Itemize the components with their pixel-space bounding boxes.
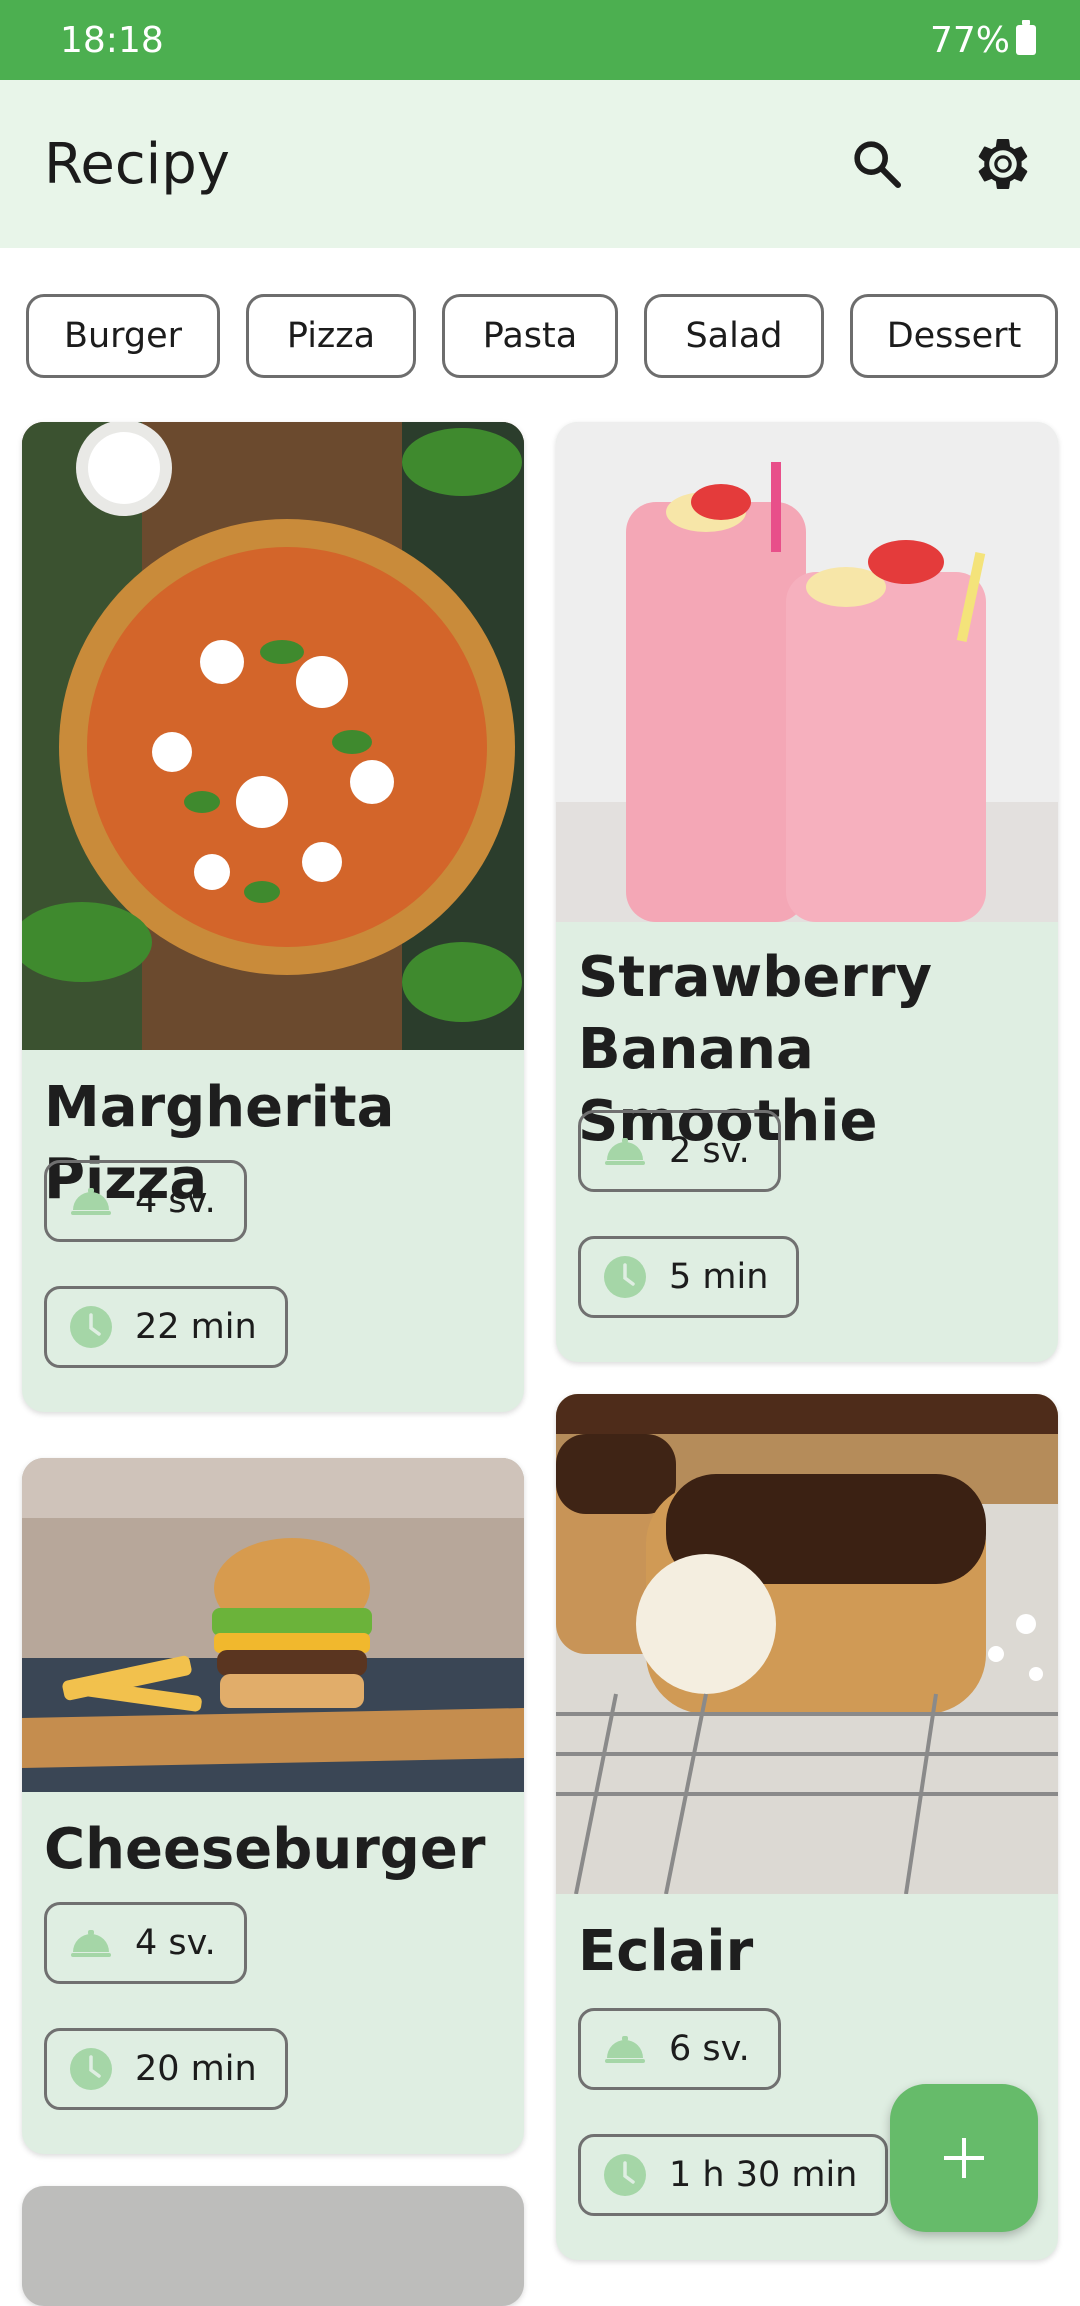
recipe-title-line1: Strawberry xyxy=(578,945,933,1010)
pizza-image xyxy=(22,422,524,1050)
servings-pill: 6 sv. xyxy=(578,2008,781,2090)
time-value: 1 h 30 min xyxy=(669,2155,858,2195)
time-pill: 22 min xyxy=(44,1286,288,1368)
servings-value: 4 sv. xyxy=(135,1923,216,1963)
app-bar: Recipy xyxy=(0,80,1080,248)
time-value: 22 min xyxy=(135,1307,257,1347)
eclair-image xyxy=(556,1394,1058,1894)
servings-value: 2 sv. xyxy=(669,1131,750,1171)
serving-dish-icon xyxy=(605,2036,645,2063)
recipe-card-cheeseburger[interactable]: Cheeseburger 4 sv. 20 min xyxy=(22,1458,524,2154)
servings-value: 4 sv. xyxy=(135,1181,216,1221)
time-value: 20 min xyxy=(135,2049,257,2089)
battery-icon xyxy=(1016,20,1036,55)
chip-salad[interactable]: Salad xyxy=(644,294,824,378)
time-pill: 20 min xyxy=(44,2028,288,2110)
servings-pill: 2 sv. xyxy=(578,1110,781,1192)
servings-value: 6 sv. xyxy=(669,2029,750,2069)
chip-burger[interactable]: Burger xyxy=(26,294,220,378)
plus-icon xyxy=(944,2138,984,2178)
recipe-image-eclair xyxy=(556,1394,1058,1894)
time-pill: 1 h 30 min xyxy=(578,2134,889,2216)
recipe-card-partial[interactable] xyxy=(22,2186,524,2306)
recipe-image-burger xyxy=(22,1458,524,1792)
settings-button[interactable] xyxy=(970,131,1036,197)
chip-dessert[interactable]: Dessert xyxy=(850,294,1058,378)
chip-pizza[interactable]: Pizza xyxy=(246,294,416,378)
status-bar: 18:18 77% xyxy=(0,0,1080,80)
time-pill: 5 min xyxy=(578,1236,800,1318)
serving-dish-icon xyxy=(71,1930,111,1957)
recipe-title: Cheeseburger xyxy=(44,1817,486,1882)
recipe-title: Eclair xyxy=(578,1919,754,1984)
add-recipe-button[interactable] xyxy=(890,2084,1038,2232)
recipe-card-margherita-pizza[interactable]: Margherita Pizza 4 sv. 22 min xyxy=(22,422,524,1412)
recipe-image-pizza xyxy=(22,422,524,1050)
chip-pasta[interactable]: Pasta xyxy=(442,294,618,378)
servings-pill: 4 sv. xyxy=(44,1902,247,1984)
gear-icon xyxy=(978,139,1028,190)
recipe-image-smoothie xyxy=(556,422,1058,922)
smoothie-image xyxy=(556,422,1058,922)
status-right: 77% xyxy=(930,20,1036,61)
burger-image xyxy=(22,1458,524,1792)
clock-icon xyxy=(604,2154,646,2196)
time-value: 5 min xyxy=(669,1257,769,1297)
search-button[interactable] xyxy=(844,131,910,197)
category-chips: Burger Pizza Pasta Salad Dessert xyxy=(26,294,1064,378)
servings-pill: 4 sv. xyxy=(44,1160,247,1242)
serving-dish-icon xyxy=(605,1138,645,1165)
clock-icon xyxy=(604,1256,646,1298)
recipe-card-strawberry-banana-smoothie[interactable]: Strawberry Banana Smoothie 2 sv. 5 min xyxy=(556,422,1058,1362)
app-actions xyxy=(844,131,1036,197)
app-title: Recipy xyxy=(44,131,230,197)
clock-icon xyxy=(70,1306,112,1348)
status-time: 18:18 xyxy=(60,19,164,61)
battery-percent: 77% xyxy=(929,19,1010,61)
clock-icon xyxy=(70,2048,112,2090)
search-icon xyxy=(854,141,902,189)
serving-dish-icon xyxy=(71,1188,111,1215)
